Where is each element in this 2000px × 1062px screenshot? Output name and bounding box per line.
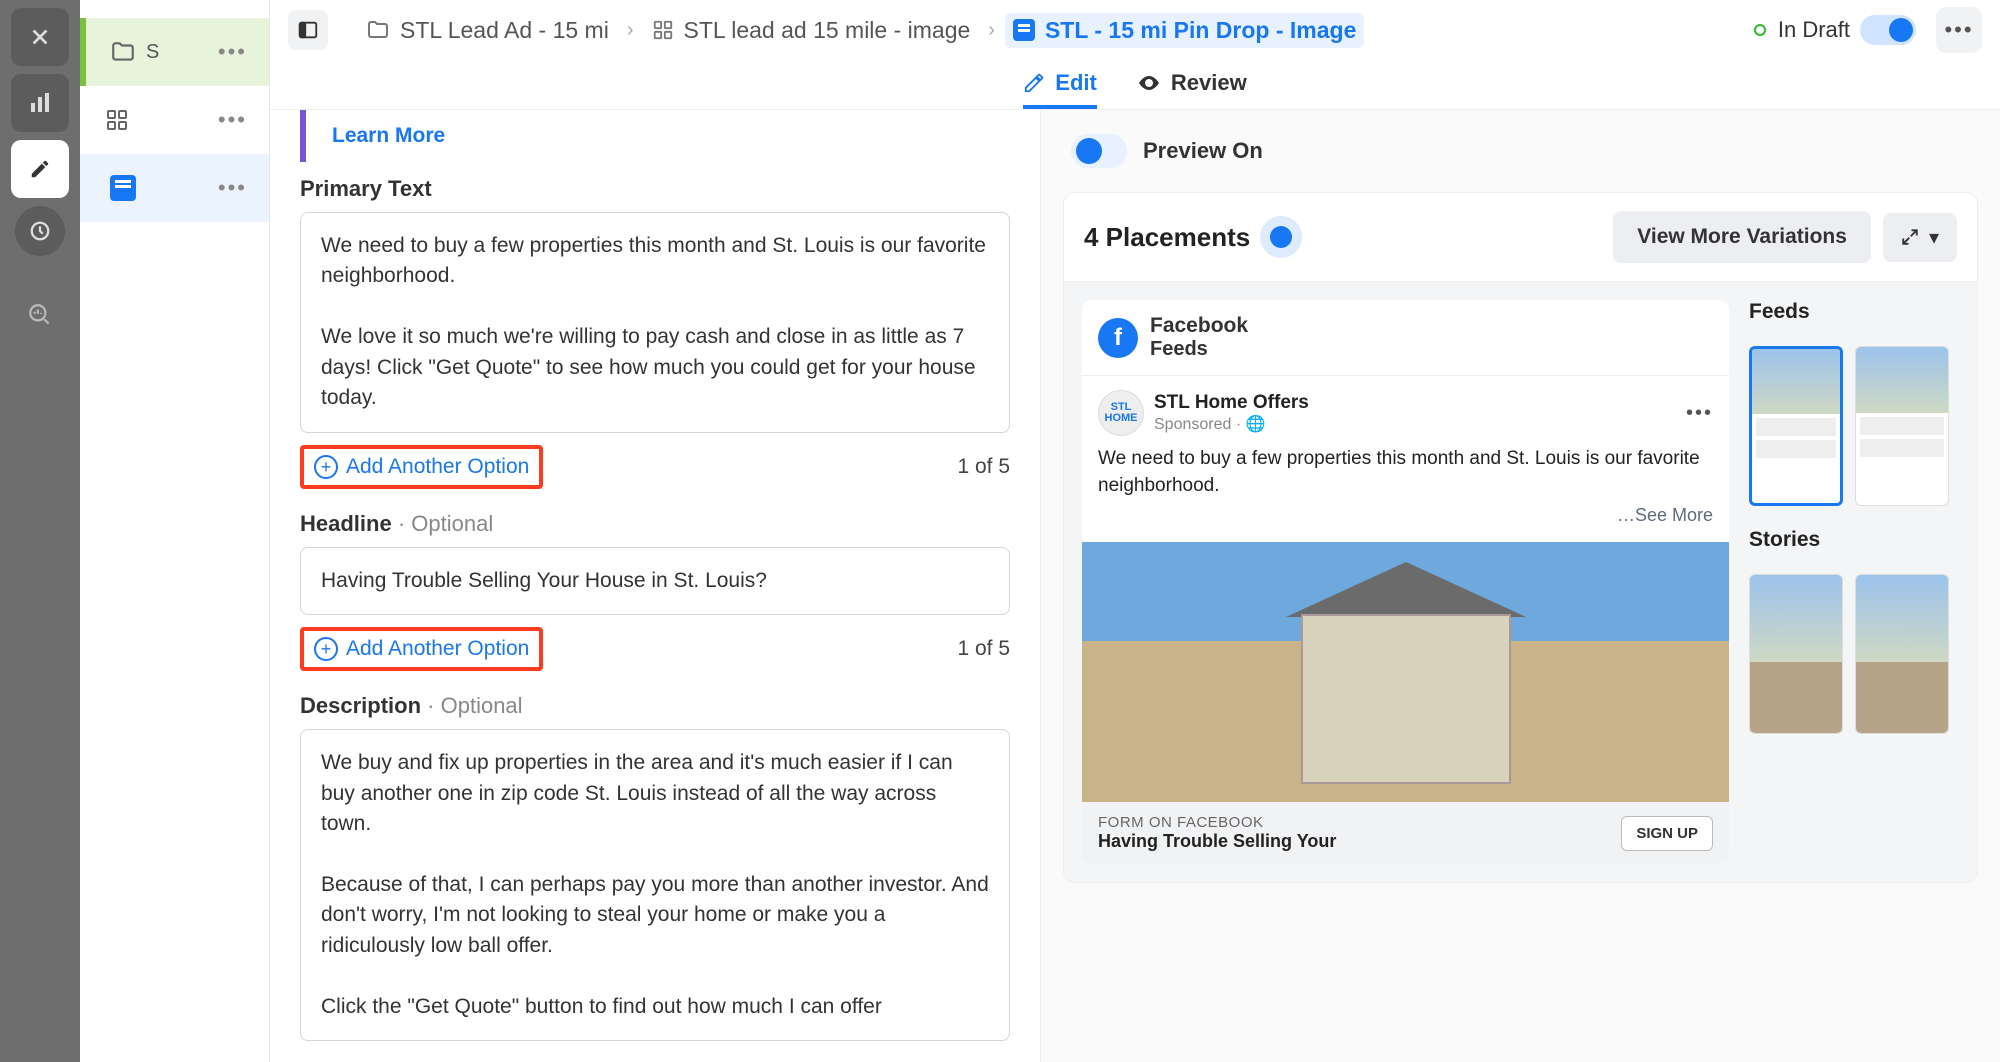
edit-icon[interactable] — [11, 140, 69, 198]
placements-count: 4 Placements — [1084, 222, 1250, 253]
headline-counter: 1 of 5 — [957, 637, 1010, 661]
breadcrumb-ad[interactable]: STL - 15 mi Pin Drop - Image — [1005, 13, 1364, 48]
campaign-node[interactable]: S ••• — [80, 18, 269, 86]
adset-node[interactable]: ••• — [80, 86, 269, 154]
sponsored-label: Sponsored · 🌐 — [1154, 414, 1676, 434]
clock-icon[interactable] — [15, 206, 65, 256]
view-more-variations-button[interactable]: View More Variations — [1613, 211, 1871, 263]
network-label: Facebook — [1150, 314, 1248, 338]
page-avatar: STLHOME — [1098, 390, 1144, 436]
chart-icon[interactable] — [11, 74, 69, 132]
primary-text-input[interactable]: We need to buy a few properties this mon… — [300, 212, 1010, 433]
chevron-right-icon: › — [627, 19, 634, 42]
story-thumb-1[interactable] — [1749, 574, 1843, 734]
learn-more-link[interactable]: Learn More — [332, 124, 445, 147]
form-panel: Learn More Primary Text We need to buy a… — [270, 110, 1040, 1062]
learn-more-card: Learn More — [300, 110, 1010, 162]
story-thumb-2[interactable] — [1855, 574, 1949, 734]
preview-toggle[interactable] — [1071, 134, 1127, 168]
primary-text-counter: 1 of 5 — [957, 455, 1010, 479]
ad-image — [1082, 542, 1729, 802]
headline-label: Headline Optional — [300, 511, 1010, 537]
plus-icon: + — [314, 455, 338, 479]
plus-icon: + — [314, 637, 338, 661]
breadcrumb-campaign[interactable]: STL Lead Ad - 15 mi — [358, 13, 617, 48]
more-icon[interactable]: ••• — [218, 107, 247, 133]
feed-thumb-instagram[interactable] — [1855, 346, 1949, 506]
post-more-icon[interactable]: ••• — [1686, 402, 1713, 425]
tab-row: Edit Review — [270, 60, 2000, 110]
preview-panel: Preview On 4 Placements View More Variat… — [1040, 110, 2000, 1062]
more-icon[interactable]: ••• — [218, 39, 247, 65]
folder-icon — [366, 18, 390, 42]
add-headline-option-button[interactable]: + Add Another Option — [300, 627, 543, 671]
cta-headline: Having Trouble Selling Your — [1098, 831, 1336, 852]
stories-thumb-label: Stories — [1749, 528, 1959, 552]
status-dot-icon — [1754, 24, 1766, 36]
preview-toggle-label: Preview On — [1143, 138, 1263, 164]
ad-icon — [1013, 19, 1035, 41]
hierarchy-rail: S ••• ••• ••• — [80, 0, 270, 1062]
status-badge: In Draft — [1754, 17, 1850, 43]
headline-input[interactable]: Having Trouble Selling Your House in St.… — [300, 547, 1010, 615]
grid-icon — [102, 105, 132, 135]
description-label: Description Optional — [300, 693, 1010, 719]
breadcrumb-bar: STL Lead Ad - 15 mi › STL lead ad 15 mil… — [270, 0, 2000, 60]
folder-icon — [108, 37, 138, 67]
close-button[interactable] — [11, 8, 69, 66]
grid-icon — [652, 19, 674, 41]
search-chart-icon[interactable] — [11, 286, 69, 344]
facebook-logo-icon: f — [1098, 318, 1138, 358]
ad-icon — [108, 173, 138, 203]
chevron-right-icon: › — [988, 19, 995, 42]
form-source-label: FORM ON FACEBOOK — [1098, 814, 1336, 831]
description-input[interactable]: We buy and fix up properties in the area… — [300, 729, 1010, 1041]
sidebar-toggle-icon[interactable] — [288, 10, 328, 50]
cta-button[interactable]: SIGN UP — [1621, 816, 1713, 851]
tab-edit[interactable]: Edit — [1023, 60, 1097, 109]
feeds-thumb-label: Feeds — [1749, 300, 1959, 324]
tab-review[interactable]: Review — [1137, 60, 1247, 109]
nav-rail — [0, 0, 80, 1062]
feed-thumb-facebook[interactable] — [1749, 346, 1843, 506]
more-icon[interactable]: ••• — [218, 175, 247, 201]
more-menu-button[interactable]: ••• — [1936, 7, 1982, 53]
pulse-icon — [1270, 226, 1292, 248]
primary-text-label: Primary Text — [300, 176, 1010, 202]
expand-preview-button[interactable]: ▾ — [1883, 213, 1957, 262]
add-primary-option-button[interactable]: + Add Another Option — [300, 445, 543, 489]
see-more-link[interactable]: …See More — [1098, 505, 1713, 532]
surface-label: Feeds — [1150, 338, 1248, 361]
post-primary-text: We need to buy a few properties this mon… — [1098, 446, 1713, 505]
breadcrumb-adset[interactable]: STL lead ad 15 mile - image — [644, 13, 979, 48]
chevron-down-icon: ▾ — [1929, 225, 1939, 250]
facebook-preview-card: f Facebook Feeds STLHOME STL Home Offers — [1082, 300, 1729, 864]
ad-node[interactable]: ••• — [80, 154, 269, 222]
page-name: STL Home Offers — [1154, 392, 1676, 414]
status-toggle[interactable] — [1860, 15, 1916, 45]
